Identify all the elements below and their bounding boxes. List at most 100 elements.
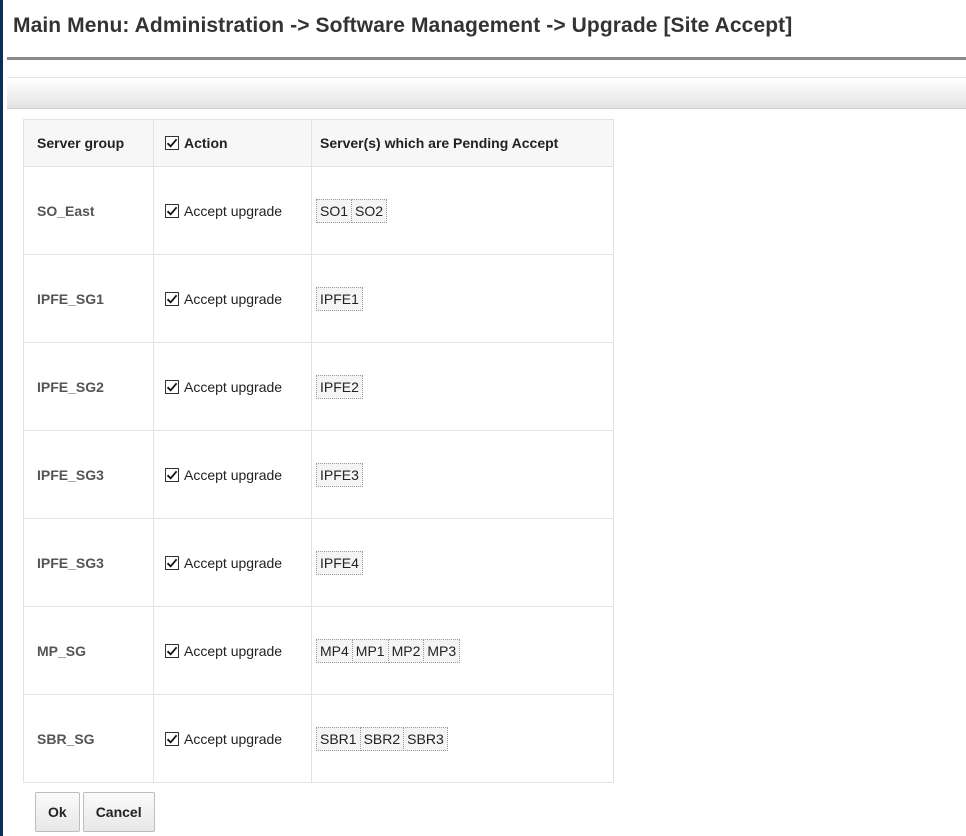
server-chip[interactable]: MP1: [351, 638, 389, 663]
pending-servers-cell: IPFE2: [311, 342, 614, 431]
action-cell: Accept upgrade: [153, 254, 312, 343]
server-group-name: IPFE_SG1: [37, 290, 104, 307]
pending-server-list: IPFE3: [312, 462, 613, 487]
pending-server-list: IPFE2: [312, 374, 613, 399]
pending-server-list: SBR1 SBR2 SBR3: [312, 726, 613, 751]
title-divider: [7, 57, 966, 60]
table-row: SBR_SG Accept upgrade SBR1 SBR2 SBR3: [23, 694, 614, 783]
server-group-name: IPFE_SG3: [37, 554, 104, 571]
checkmark-icon: [166, 294, 178, 304]
table-row: SO_East Accept upgrade SO1 SO2: [23, 166, 614, 255]
pending-servers-cell: IPFE3: [311, 430, 614, 519]
table-row: IPFE_SG1 Accept upgrade IPFE1: [23, 254, 614, 343]
accept-upgrade-option[interactable]: Accept upgrade: [154, 291, 311, 307]
checkmark-icon: [166, 646, 178, 656]
accept-upgrade-option[interactable]: Accept upgrade: [154, 731, 311, 747]
server-chip[interactable]: IPFE4: [316, 550, 363, 575]
server-chip[interactable]: IPFE2: [316, 374, 363, 399]
accept-upgrade-label: Accept upgrade: [184, 290, 283, 307]
select-all-checkbox[interactable]: [165, 136, 179, 150]
accept-upgrade-label: Accept upgrade: [184, 378, 283, 395]
accept-upgrade-option[interactable]: Accept upgrade: [154, 467, 311, 483]
accept-upgrade-checkbox[interactable]: [165, 379, 179, 394]
form-buttons: Ok Cancel: [35, 792, 155, 832]
header-server-group: Server group: [23, 119, 154, 167]
accept-upgrade-option[interactable]: Accept upgrade: [154, 643, 311, 659]
pending-server-list: IPFE4: [312, 550, 613, 575]
checkmark-icon: [166, 470, 178, 480]
pending-servers-cell: IPFE1: [311, 254, 614, 343]
server-group-cell: SO_East: [23, 166, 154, 255]
cancel-button[interactable]: Cancel: [82, 792, 155, 832]
accept-upgrade-option[interactable]: Accept upgrade: [154, 203, 311, 219]
checkmark-icon: [166, 206, 178, 216]
server-chip[interactable]: IPFE1: [316, 286, 363, 311]
server-chip[interactable]: MP3: [423, 638, 461, 663]
accept-upgrade-label: Accept upgrade: [184, 466, 283, 483]
server-group-name: IPFE_SG3: [37, 466, 104, 483]
server-group-cell: IPFE_SG3: [23, 430, 154, 519]
pending-servers-cell: IPFE4: [311, 518, 614, 607]
server-chip[interactable]: MP4: [316, 638, 353, 663]
server-group-cell: IPFE_SG1: [23, 254, 154, 343]
checkmark-icon: [166, 138, 178, 148]
server-chip[interactable]: SBR2: [359, 726, 405, 751]
action-cell: Accept upgrade: [153, 430, 312, 519]
upgrade-site-accept-window: Main Menu: Administration -> Software Ma…: [0, 0, 966, 836]
accept-upgrade-label: Accept upgrade: [184, 554, 283, 571]
pending-server-list: MP4 MP1 MP2 MP3: [312, 638, 613, 663]
accept-upgrade-option[interactable]: Accept upgrade: [154, 555, 311, 571]
table-header-row: Server group Action Server(s) which are …: [23, 119, 614, 167]
pending-servers-cell: SBR1 SBR2 SBR3: [311, 694, 614, 783]
server-chip[interactable]: IPFE3: [316, 462, 363, 487]
checkmark-icon: [166, 734, 178, 744]
pending-server-list: IPFE1: [312, 286, 613, 311]
table-row: IPFE_SG3 Accept upgrade IPFE3: [23, 430, 614, 519]
action-cell: Accept upgrade: [153, 342, 312, 431]
header-server-group-label: Server group: [37, 135, 125, 151]
server-chip[interactable]: SBR1: [316, 726, 361, 751]
site-accept-table: Server group Action Server(s) which are …: [23, 119, 614, 783]
ok-button[interactable]: Ok: [35, 792, 80, 832]
toolbar-bar: [7, 77, 966, 109]
server-group-cell: MP_SG: [23, 606, 154, 695]
server-chip[interactable]: MP2: [387, 638, 425, 663]
accept-upgrade-label: Accept upgrade: [184, 202, 283, 219]
server-group-cell: SBR_SG: [23, 694, 154, 783]
action-cell: Accept upgrade: [153, 166, 312, 255]
accept-upgrade-checkbox[interactable]: [165, 555, 179, 570]
page-title: Main Menu: Administration -> Software Ma…: [13, 14, 793, 37]
action-cell: Accept upgrade: [153, 518, 312, 607]
accept-upgrade-checkbox[interactable]: [165, 643, 179, 658]
server-group-name: MP_SG: [37, 642, 87, 659]
header-action-label: Action: [184, 135, 228, 151]
accept-upgrade-checkbox[interactable]: [165, 731, 179, 746]
server-group-cell: IPFE_SG3: [23, 518, 154, 607]
action-cell: Accept upgrade: [153, 694, 312, 783]
server-chip[interactable]: SBR3: [403, 726, 448, 751]
action-cell: Accept upgrade: [153, 606, 312, 695]
server-chip[interactable]: SO2: [351, 198, 388, 223]
checkmark-icon: [166, 558, 178, 568]
accept-upgrade-checkbox[interactable]: [165, 467, 179, 482]
server-group-cell: IPFE_SG2: [23, 342, 154, 431]
accept-upgrade-checkbox[interactable]: [165, 203, 179, 218]
pending-servers-cell: SO1 SO2: [311, 166, 614, 255]
accept-upgrade-label: Accept upgrade: [184, 642, 283, 659]
header-pending-label: Server(s) which are Pending Accept: [320, 135, 559, 151]
header-pending-servers: Server(s) which are Pending Accept: [311, 119, 614, 167]
table-row: IPFE_SG3 Accept upgrade IPFE4: [23, 518, 614, 607]
server-group-name: SO_East: [37, 202, 95, 219]
server-group-name: IPFE_SG2: [37, 378, 104, 395]
accept-upgrade-label: Accept upgrade: [184, 730, 283, 747]
table-row: MP_SG Accept upgrade MP4 MP1 MP2 MP3: [23, 606, 614, 695]
server-group-name: SBR_SG: [37, 730, 95, 747]
table-row: IPFE_SG2 Accept upgrade IPFE2: [23, 342, 614, 431]
server-chip[interactable]: SO1: [316, 198, 353, 223]
pending-servers-cell: MP4 MP1 MP2 MP3: [311, 606, 614, 695]
pending-server-list: SO1 SO2: [312, 198, 613, 223]
accept-upgrade-option[interactable]: Accept upgrade: [154, 379, 311, 395]
header-action: Action: [153, 119, 312, 167]
checkmark-icon: [166, 382, 178, 392]
accept-upgrade-checkbox[interactable]: [165, 291, 179, 306]
